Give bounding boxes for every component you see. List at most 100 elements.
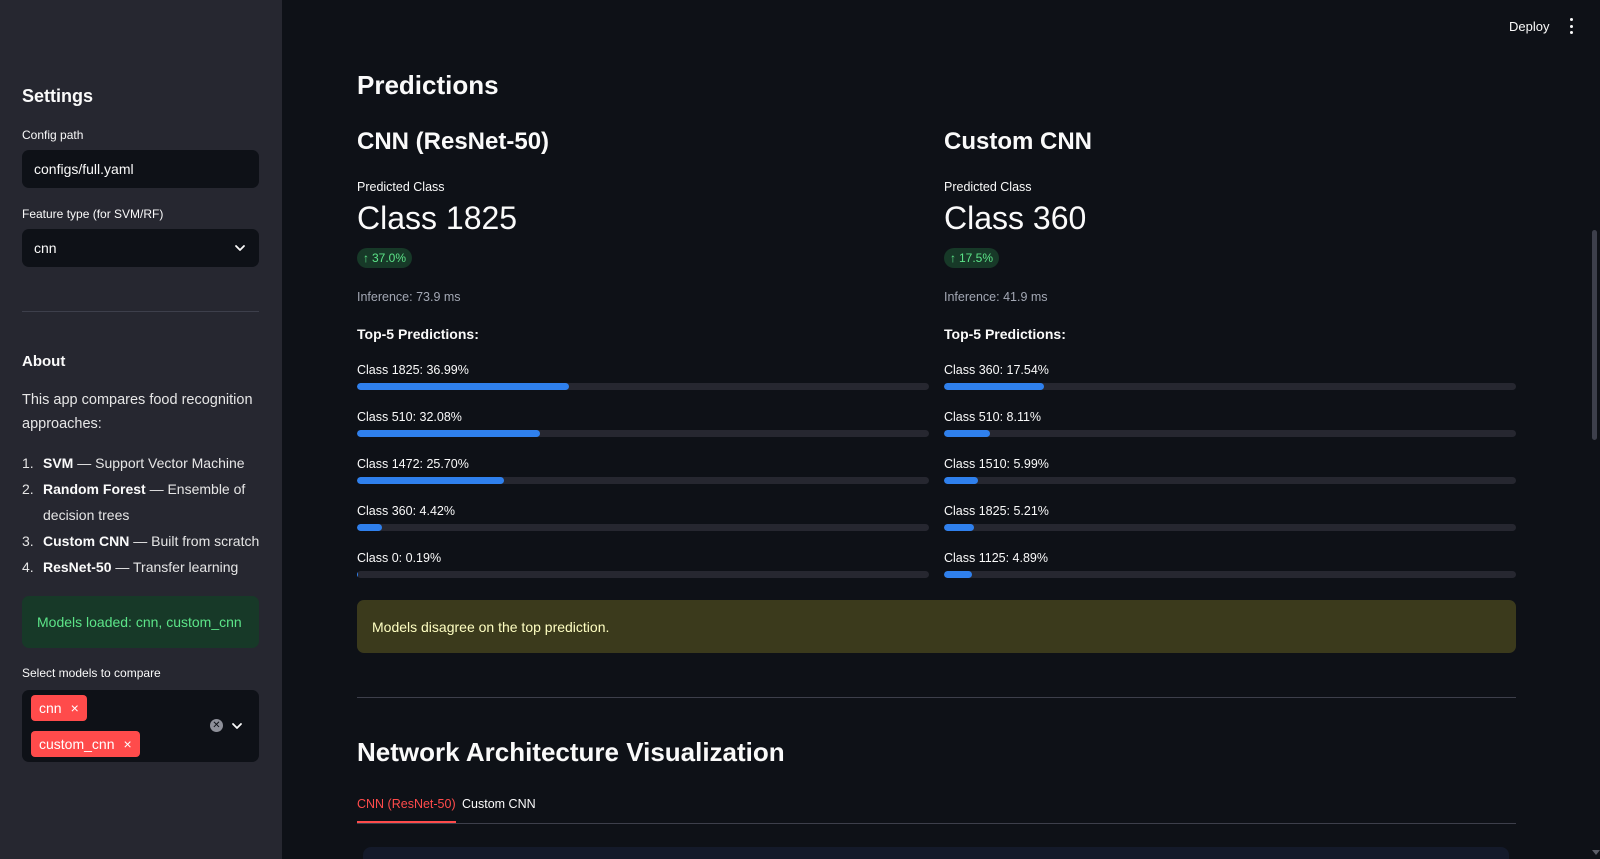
prediction-row: Class 510: 8.11% [944, 410, 1516, 437]
prediction-row: Class 1472: 25.70% [357, 457, 929, 484]
column-title: Custom CNN [944, 128, 1092, 155]
prediction-row: Class 0: 0.19% [357, 551, 929, 578]
column-title: CNN (ResNet-50) [357, 128, 550, 155]
inference-time: Inference: 73.9 ms [357, 290, 461, 304]
prediction-label: Class 360: 17.54% [944, 363, 1049, 377]
model-column-cnn: CNN (ResNet-50) Predicted Class Class 18… [357, 0, 929, 600]
progress-fill [357, 524, 383, 531]
scrollbar[interactable] [1592, 230, 1597, 440]
more-options-icon[interactable] [1568, 18, 1574, 34]
feature-type-value: cnn [34, 240, 57, 256]
approach-list: 1. SVM — Support Vector Machine 2. Rando… [22, 450, 267, 580]
config-path-input[interactable]: configs/full.yaml [22, 150, 259, 188]
disagreement-warning: Models disagree on the top prediction. [357, 600, 1516, 653]
config-path-value: configs/full.yaml [34, 161, 134, 177]
config-path-label: Config path [22, 128, 84, 142]
arrow-up-icon: ↑ [950, 251, 956, 265]
architecture-tabs: CNN (ResNet-50) Custom CNN [357, 797, 1516, 824]
prediction-row: Class 510: 32.08% [357, 410, 929, 437]
prediction-row: Class 360: 4.42% [357, 504, 929, 531]
predicted-class-label: Predicted Class [357, 180, 445, 194]
progress-fill [944, 571, 972, 578]
progress-bar [357, 571, 929, 578]
chevron-down-icon [233, 241, 247, 255]
progress-bar [944, 383, 1516, 390]
predicted-class-label: Predicted Class [944, 180, 1032, 194]
list-item-desc: — Transfer learning [111, 559, 239, 575]
about-title: About [22, 353, 66, 370]
progress-bar [944, 571, 1516, 578]
tag-label: cnn [39, 700, 62, 716]
top5-title: Top-5 Predictions: [944, 326, 1066, 342]
tag-cnn[interactable]: cnn × [31, 695, 87, 721]
progress-bar [944, 524, 1516, 531]
compare-multiselect[interactable]: cnn × custom_cnn × ✕ [22, 690, 259, 762]
tag-label: custom_cnn [39, 736, 115, 752]
list-item: 2. Random Forest — Ensemble of decision … [22, 476, 267, 528]
feature-type-label: Feature type (for SVM/RF) [22, 207, 164, 221]
progress-fill [944, 524, 974, 531]
list-item-name: Custom CNN [43, 533, 130, 549]
clear-all-icon[interactable]: ✕ [210, 719, 223, 732]
scroll-down-arrow-icon[interactable] [1592, 850, 1600, 855]
prediction-row: Class 1825: 5.21% [944, 504, 1516, 531]
list-text: ResNet-50 — Transfer learning [43, 554, 238, 580]
inference-time: Inference: 41.9 ms [944, 290, 1048, 304]
section-divider [357, 697, 1516, 698]
model-column-custom-cnn: Custom CNN Predicted Class Class 360 ↑ 1… [944, 0, 1516, 600]
chevron-down-icon[interactable] [230, 719, 244, 733]
prediction-row: Class 1125: 4.89% [944, 551, 1516, 578]
progress-bar [357, 477, 929, 484]
progress-fill [944, 477, 979, 484]
close-icon[interactable]: × [71, 701, 79, 715]
prediction-label: Class 1825: 36.99% [357, 363, 469, 377]
list-number: 4. [22, 559, 34, 575]
app-root: Settings Config path configs/full.yaml F… [0, 0, 1600, 859]
progress-bar [944, 477, 1516, 484]
models-loaded-alert: Models loaded: cnn, custom_cnn [22, 596, 259, 648]
progress-fill [357, 430, 541, 437]
compare-label: Select models to compare [22, 666, 161, 680]
prediction-label: Class 1510: 5.99% [944, 457, 1049, 471]
list-number: 3. [22, 533, 34, 549]
tab-cnn-resnet50[interactable]: CNN (ResNet-50) [357, 797, 456, 823]
about-description: This app compares food recognition appro… [22, 392, 253, 432]
progress-fill [357, 383, 569, 390]
prediction-label: Class 0: 0.19% [357, 551, 442, 565]
tab-panel [363, 847, 1509, 859]
prediction-label: Class 360: 4.42% [357, 504, 455, 518]
list-item-desc: — Support Vector Machine [73, 455, 245, 471]
list-number: 1. [22, 455, 34, 471]
progress-bar [944, 430, 1516, 437]
tag-custom-cnn[interactable]: custom_cnn × [31, 731, 140, 757]
close-icon[interactable]: × [123, 737, 131, 751]
list-item-name: SVM [43, 455, 74, 471]
list-item: 3. Custom CNN — Built from scratch [22, 528, 267, 554]
list-text: Custom CNN — Built from scratch [43, 528, 259, 554]
progress-bar [357, 524, 929, 531]
feature-type-select[interactable]: cnn [22, 229, 259, 267]
list-number: 2. [22, 481, 34, 497]
prediction-label: Class 510: 8.11% [944, 410, 1042, 424]
progress-fill [357, 477, 504, 484]
delta-value: 17.5% [959, 251, 994, 265]
list-text: SVM — Support Vector Machine [43, 450, 245, 476]
prediction-row: Class 360: 17.54% [944, 363, 1516, 390]
list-item-name: Random Forest [43, 481, 146, 497]
prediction-label: Class 510: 32.08% [357, 410, 462, 424]
prediction-label: Class 1472: 25.70% [357, 457, 469, 471]
progress-fill [944, 383, 1045, 390]
top5-title: Top-5 Predictions: [357, 326, 479, 342]
list-text: Random Forest — Ensemble of decision tre… [43, 476, 267, 528]
list-item-desc: — Built from scratch [129, 533, 260, 549]
tab-custom-cnn[interactable]: Custom CNN [462, 797, 536, 823]
sidebar: Settings Config path configs/full.yaml F… [0, 0, 282, 859]
progress-bar [357, 383, 929, 390]
progress-fill [944, 430, 991, 437]
progress-fill [357, 571, 359, 578]
delta-value: 37.0% [372, 251, 407, 265]
architecture-section-title: Network Architecture Visualization [357, 737, 785, 767]
prediction-label: Class 1825: 5.21% [944, 504, 1049, 518]
sidebar-title: Settings [22, 86, 94, 106]
confidence-delta: ↑ 17.5% [944, 248, 1000, 268]
